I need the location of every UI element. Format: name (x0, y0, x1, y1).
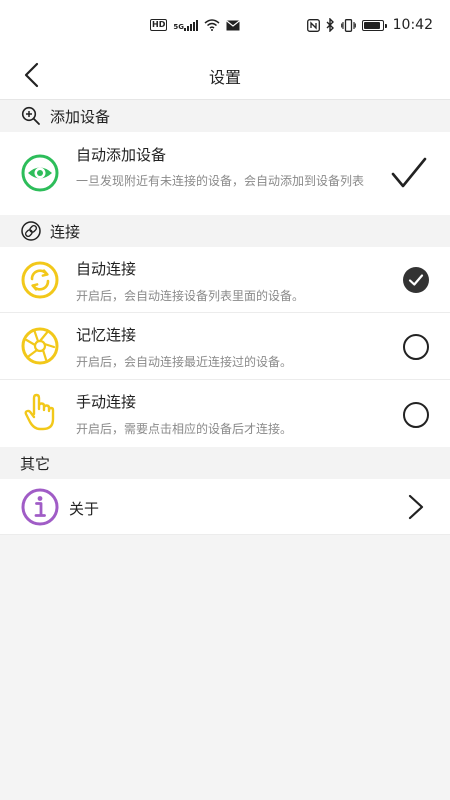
checkmark-icon[interactable] (390, 156, 428, 190)
cellular-signal-icon: 5G (173, 19, 198, 31)
wifi-icon (204, 19, 220, 31)
section-label: 其它 (20, 455, 51, 473)
radio-unselected-icon[interactable] (402, 401, 430, 429)
section-connect: 连接 (0, 215, 450, 247)
eye-icon (21, 154, 59, 192)
setting-row-manual-connect[interactable]: 手动连接 开启后，需要点击相应的设备后才连接。 (0, 380, 450, 447)
setting-description: 开启后，会自动连接最近连接过的设备。 (76, 355, 293, 369)
status-bar: HD 5G 10:42 (0, 0, 450, 52)
hd-icon: HD (150, 19, 168, 31)
zoom-in-icon (21, 106, 40, 125)
row-divider (0, 534, 450, 535)
setting-row-memory-connect[interactable]: 记忆连接 开启后，会自动连接最近连接过的设备。 (0, 313, 450, 380)
network-type-label: 5G (173, 22, 184, 31)
setting-title: 自动连接 (76, 260, 137, 278)
clock: 10:42 (392, 17, 433, 33)
battery-icon (361, 19, 387, 31)
info-icon (21, 488, 59, 526)
setting-row-about[interactable]: 关于 (0, 479, 450, 535)
page-title: 设置 (208, 68, 241, 87)
setting-description: 开启后，需要点击相应的设备后才连接。 (76, 422, 293, 436)
setting-description: 开启后，会自动连接设备列表里面的设备。 (76, 289, 305, 303)
app-header: 设置 (0, 52, 450, 100)
status-right-icons: 10:42 (306, 17, 433, 33)
setting-title: 自动添加设备 (76, 146, 167, 164)
section-add-device: 添加设备 (0, 100, 450, 132)
refresh-cycle-icon (21, 261, 59, 299)
section-label: 连接 (50, 223, 81, 241)
aperture-icon (21, 327, 59, 365)
radio-selected-icon[interactable] (402, 266, 430, 294)
section-label: 添加设备 (50, 108, 111, 126)
mail-icon (226, 19, 240, 30)
hand-pointer-icon (24, 393, 55, 431)
radio-unselected-icon[interactable] (402, 333, 430, 361)
link-icon (21, 221, 41, 241)
setting-row-auto-add[interactable]: 自动添加设备 一旦发现附近有未连接的设备，会自动添加到设备列表 (0, 132, 450, 215)
section-other: 其它 (0, 447, 450, 479)
status-left-icons: HD 5G (150, 19, 240, 31)
bluetooth-icon (326, 18, 334, 32)
setting-title: 关于 (69, 500, 100, 518)
nfc-icon (306, 18, 320, 32)
setting-description: 一旦发现附近有未连接的设备，会自动添加到设备列表 (76, 174, 365, 188)
setting-title: 手动连接 (76, 393, 137, 411)
setting-row-auto-connect[interactable]: 自动连接 开启后，会自动连接设备列表里面的设备。 (0, 247, 450, 313)
vibrate-icon (340, 18, 356, 32)
chevron-right-icon[interactable] (406, 494, 426, 520)
setting-title: 记忆连接 (76, 326, 137, 344)
